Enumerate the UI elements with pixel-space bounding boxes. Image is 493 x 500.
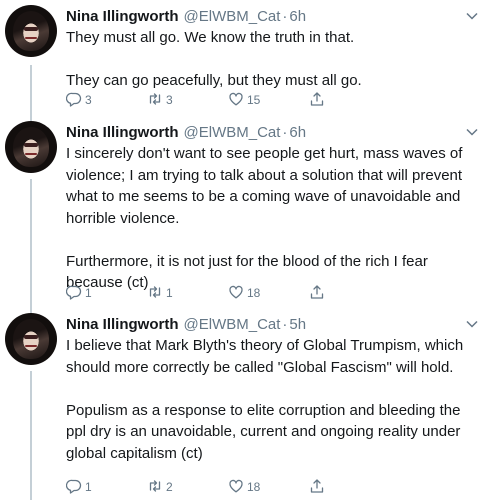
tweet-paragraph: Populism as a response to elite corrupti… — [66, 401, 461, 462]
timestamp[interactable]: 6h — [289, 124, 306, 141]
reply-icon — [66, 92, 82, 107]
reply-count: 3 — [85, 93, 92, 107]
heart-icon — [229, 285, 243, 299]
reply-count: 1 — [85, 286, 92, 300]
reply-count: 1 — [85, 480, 92, 494]
tweet[interactable]: Nina Illingworth @ElWBM_Cat · 5h I belie… — [0, 307, 493, 500]
timestamp[interactable]: 6h — [289, 8, 306, 25]
retweet-count: 1 — [166, 286, 173, 300]
tweet-header: Nina Illingworth @ElWBM_Cat · 6h — [66, 121, 481, 143]
retweet-icon — [149, 480, 161, 492]
retweet-icon — [149, 93, 161, 105]
chevron-down-icon[interactable] — [465, 9, 479, 23]
author-handle[interactable]: @ElWBM_Cat — [184, 316, 281, 333]
separator: · — [282, 7, 288, 25]
heart-icon — [229, 92, 243, 106]
tweet-actions: 1 2 18 — [66, 477, 390, 495]
reply-button[interactable]: 1 — [66, 478, 147, 494]
share-icon — [310, 285, 324, 299]
tweet-paragraph: They must all go. We know the truth in t… — [66, 29, 355, 46]
retweet-button[interactable]: 1 — [147, 284, 228, 300]
author-handle[interactable]: @ElWBM_Cat — [184, 124, 281, 141]
author-name[interactable]: Nina Illingworth — [66, 124, 179, 141]
author-name[interactable]: Nina Illingworth — [66, 316, 179, 333]
tweet-actions: 3 3 15 — [66, 90, 390, 108]
reply-icon — [66, 285, 82, 300]
tweet[interactable]: Nina Illingworth @ElWBM_Cat · 6h They mu… — [0, 5, 493, 117]
retweet-button[interactable]: 2 — [147, 478, 228, 494]
like-button[interactable]: 18 — [228, 478, 309, 494]
share-icon — [310, 92, 324, 106]
timestamp[interactable]: 5h — [289, 316, 306, 333]
chevron-down-icon[interactable] — [465, 317, 479, 331]
separator: · — [282, 315, 288, 333]
share-icon — [310, 479, 324, 493]
tweet-header: Nina Illingworth @ElWBM_Cat · 6h — [66, 5, 481, 27]
tweet-actions: 1 1 18 — [66, 283, 390, 301]
avatar[interactable] — [5, 5, 57, 57]
tweet-paragraph: I believe that Mark Blyth's theory of Gl… — [66, 337, 464, 376]
share-button[interactable] — [309, 284, 390, 300]
like-count: 15 — [247, 93, 261, 107]
author-name[interactable]: Nina Illingworth — [66, 8, 179, 25]
retweet-button[interactable]: 3 — [147, 91, 228, 107]
tweet-paragraph: I sincerely don't want to see people get… — [66, 145, 463, 227]
author-handle[interactable]: @ElWBM_Cat — [184, 8, 281, 25]
tweet-text: I believe that Mark Blyth's theory of Gl… — [66, 335, 481, 464]
thread-line — [30, 179, 32, 307]
share-button[interactable] — [309, 91, 390, 107]
heart-icon — [229, 479, 243, 493]
thread-line — [30, 65, 32, 117]
tweet-header: Nina Illingworth @ElWBM_Cat · 5h — [66, 313, 481, 335]
like-button[interactable]: 18 — [228, 284, 309, 300]
tweet-paragraph: They can go peacefully, but they must al… — [66, 72, 362, 89]
separator: · — [282, 123, 288, 141]
like-button[interactable]: 15 — [228, 91, 309, 107]
reply-button[interactable]: 1 — [66, 284, 147, 300]
retweet-count: 2 — [166, 480, 173, 494]
reply-button[interactable]: 3 — [66, 91, 147, 107]
thread-line — [30, 371, 32, 500]
like-count: 18 — [247, 286, 261, 300]
like-count: 18 — [247, 480, 261, 494]
share-button[interactable] — [309, 478, 390, 494]
chevron-down-icon[interactable] — [465, 125, 479, 139]
reply-icon — [66, 479, 82, 494]
avatar[interactable] — [5, 313, 57, 365]
retweet-count: 3 — [166, 93, 173, 107]
tweet[interactable]: Nina Illingworth @ElWBM_Cat · 6h I since… — [0, 117, 493, 307]
avatar[interactable] — [5, 121, 57, 173]
tweet-text: I sincerely don't want to see people get… — [66, 143, 481, 294]
retweet-icon — [149, 286, 161, 298]
tweet-text: They must all go. We know the truth in t… — [66, 27, 481, 92]
